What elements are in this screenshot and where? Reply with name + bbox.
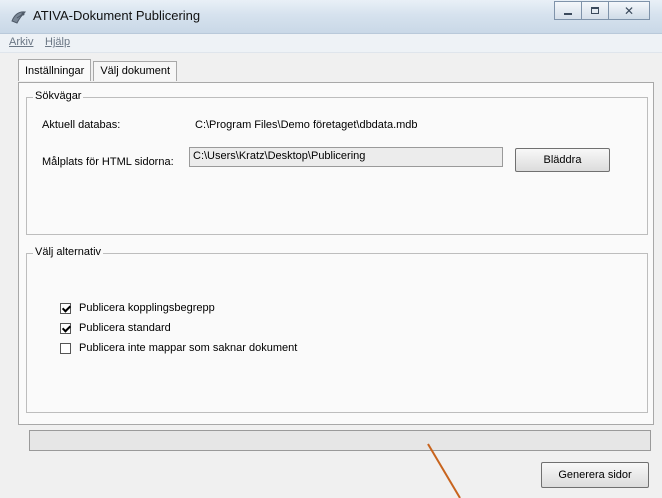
menu-hjalp[interactable]: Hjälp [45, 36, 70, 48]
option-kopplingsbegrepp-label: Publicera kopplingsbegrepp [79, 302, 215, 314]
annotation-arrow-line [427, 443, 461, 498]
menu-arkiv[interactable]: Arkiv [9, 36, 33, 48]
close-button[interactable]: ✕ [608, 1, 650, 20]
option-standard[interactable]: Publicera standard [60, 322, 171, 334]
paths-group-title: Sökvägar [33, 90, 84, 102]
option-kopplingsbegrepp[interactable]: Publicera kopplingsbegrepp [60, 302, 215, 314]
settings-panel: Sökvägar Aktuell databas: C:\Program Fil… [18, 82, 654, 425]
tab-strip: Inställningar Välj dokument [18, 59, 179, 83]
option-skip-empty-folders-label: Publicera inte mappar som saknar dokumen… [79, 342, 298, 354]
checkbox-skip-empty-folders[interactable] [60, 342, 71, 354]
tab-valj-dokument[interactable]: Välj dokument [93, 61, 178, 81]
paths-group: Sökvägar Aktuell databas: C:\Program Fil… [26, 90, 648, 235]
window-title: ATIVA-Dokument Publicering [33, 8, 201, 23]
db-value: C:\Program Files\Demo företaget\dbdata.m… [195, 119, 418, 131]
options-group: Välj alternativ Publicera kopplingsbegre… [26, 246, 648, 413]
close-icon: ✕ [623, 3, 635, 18]
option-standard-label: Publicera standard [79, 322, 171, 334]
target-label: Målplats för HTML sidorna: [42, 156, 174, 168]
minimize-button[interactable] [554, 1, 582, 20]
option-skip-empty-folders[interactable]: Publicera inte mappar som saknar dokumen… [60, 342, 297, 354]
browse-button[interactable]: Bläddra [515, 148, 610, 172]
title-bar[interactable]: ATIVA-Dokument Publicering ✕ [0, 0, 662, 34]
minimize-icon [564, 12, 572, 15]
db-label: Aktuell databas: [42, 119, 121, 131]
maximize-icon [591, 7, 599, 14]
checkbox-kopplingsbegrepp[interactable] [60, 302, 71, 314]
maximize-button[interactable] [581, 1, 609, 20]
target-path-field[interactable]: C:\Users\Kratz\Desktop\Publicering [189, 147, 503, 167]
tab-installningar[interactable]: Inställningar [18, 59, 92, 81]
generate-button[interactable]: Generera sidor [541, 462, 649, 488]
menu-bar: Arkiv Hjälp [0, 34, 662, 53]
progress-bar [29, 430, 651, 451]
checkbox-standard[interactable] [60, 322, 71, 334]
satellite-dish-icon [11, 11, 27, 24]
options-group-title: Välj alternativ [33, 246, 104, 258]
window-controls: ✕ [554, 1, 650, 21]
